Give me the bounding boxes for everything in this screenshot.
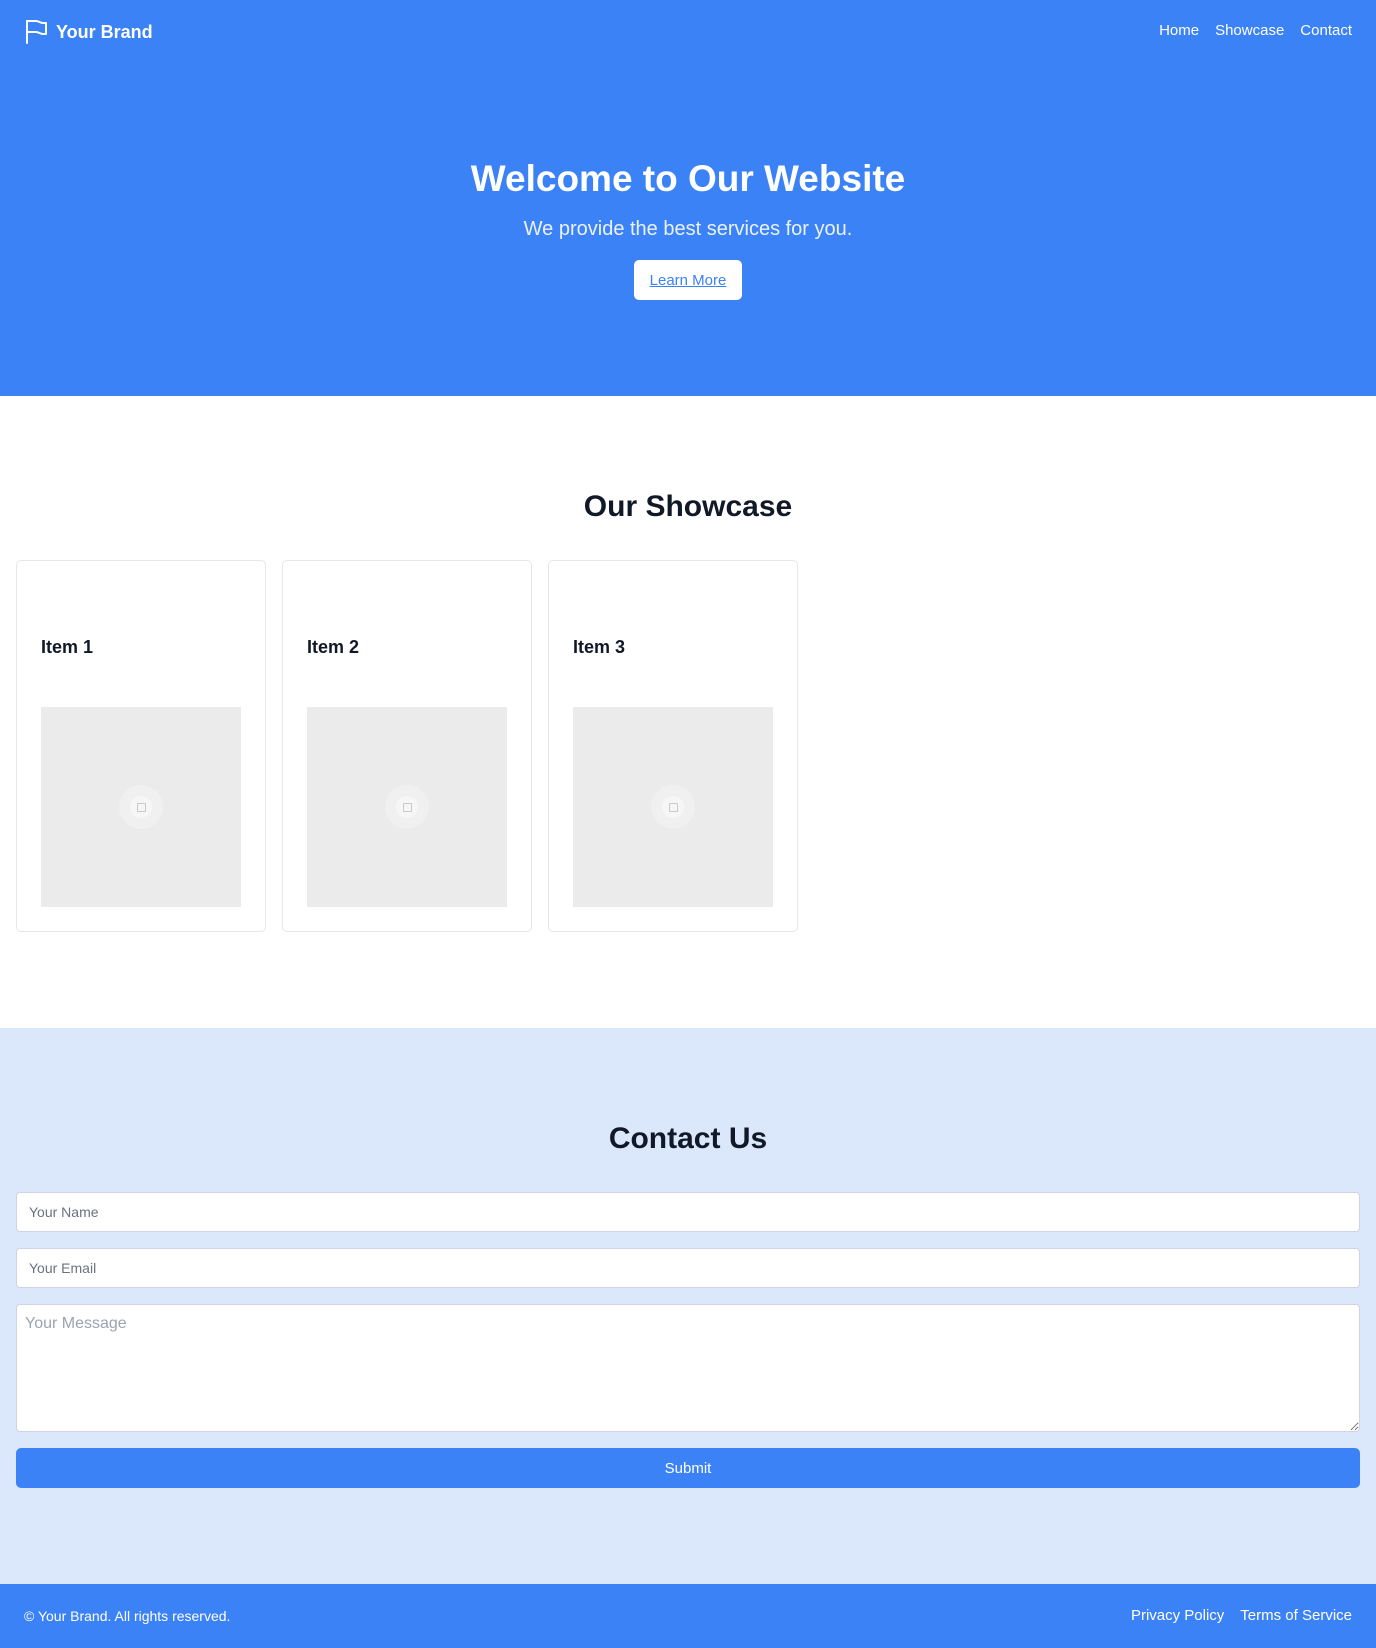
showcase-card: Item 2 bbox=[282, 560, 532, 932]
nav-link-showcase[interactable]: Showcase bbox=[1215, 22, 1284, 39]
footer: © Your Brand. All rights reserved. Priva… bbox=[0, 1584, 1376, 1648]
showcase-section: Our Showcase Item 1 Item 2 Item 3 bbox=[0, 396, 1376, 1028]
nav-link-contact[interactable]: Contact bbox=[1300, 22, 1352, 39]
card-title: Item 1 bbox=[41, 637, 94, 657]
card-title: Item 2 bbox=[307, 637, 360, 657]
terms-of-service-link[interactable]: Terms of Service bbox=[1240, 1607, 1352, 1624]
contact-title: Contact Us bbox=[608, 1122, 768, 1155]
learn-more-button[interactable]: Learn More bbox=[634, 260, 742, 300]
image-placeholder-icon bbox=[651, 785, 695, 829]
flag-icon bbox=[24, 19, 48, 45]
image-placeholder-icon bbox=[119, 785, 163, 829]
nav-link-home[interactable]: Home bbox=[1159, 22, 1199, 39]
message-textarea[interactable] bbox=[16, 1304, 1360, 1432]
image-placeholder-icon bbox=[385, 785, 429, 829]
card-title: Item 3 bbox=[573, 637, 626, 657]
card-image bbox=[573, 707, 773, 907]
card-image bbox=[41, 707, 241, 907]
hero-subtitle: We provide the best services for you. bbox=[523, 218, 853, 240]
showcase-card: Item 3 bbox=[548, 560, 798, 932]
email-input[interactable] bbox=[16, 1248, 1360, 1288]
footer-links: Privacy Policy Terms of Service bbox=[1115, 1607, 1352, 1624]
privacy-policy-link[interactable]: Privacy Policy bbox=[1131, 1607, 1224, 1624]
showcase-card: Item 1 bbox=[16, 560, 266, 932]
main-nav: Home Showcase Contact bbox=[1143, 22, 1352, 39]
brand-name: Your Brand bbox=[56, 21, 153, 42]
submit-button[interactable]: Submit bbox=[16, 1448, 1360, 1488]
header-hero: Your Brand Home Showcase Contact Welcome… bbox=[0, 0, 1376, 396]
card-image bbox=[307, 707, 507, 907]
hero-title: Welcome to Our Website bbox=[470, 158, 906, 199]
name-input[interactable] bbox=[16, 1192, 1360, 1232]
showcase-title: Our Showcase bbox=[583, 490, 793, 523]
copyright-text: © Your Brand. All rights reserved. bbox=[24, 1608, 231, 1624]
brand[interactable]: Your Brand bbox=[24, 19, 153, 45]
contact-section: Contact Us Submit bbox=[0, 1028, 1376, 1584]
